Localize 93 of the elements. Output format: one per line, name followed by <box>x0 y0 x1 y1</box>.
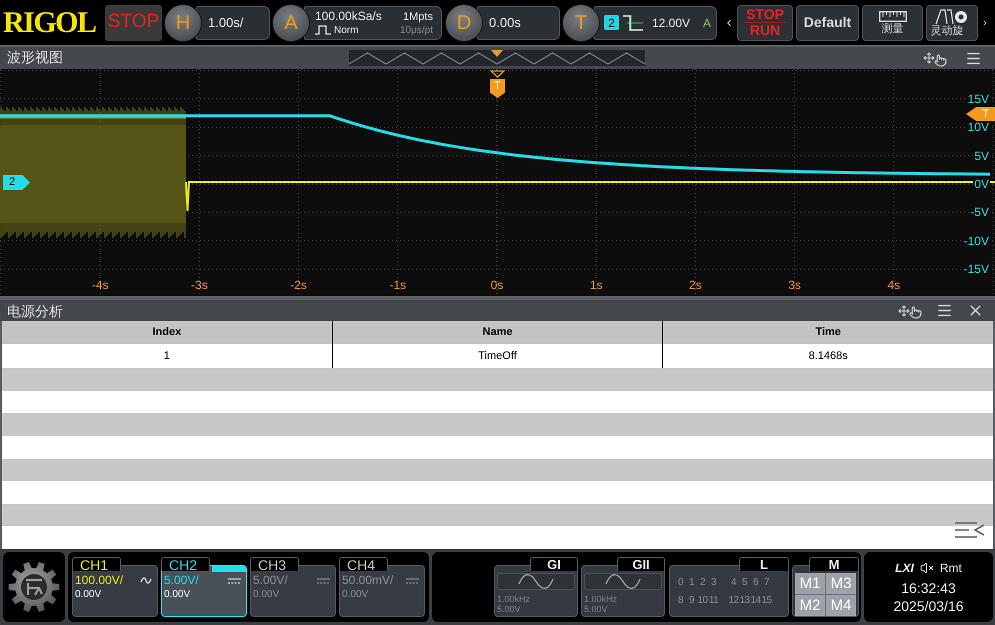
offset-value: 0.00V <box>164 589 192 601</box>
sine-wave-icon <box>497 573 575 590</box>
table-cell: 8.1468s <box>663 344 994 368</box>
logic-channel-label: 10 <box>697 595 708 606</box>
offset-value: 0.00V <box>342 589 370 601</box>
logic-channel-label: 11 <box>708 595 719 606</box>
time-axis-label: -2s <box>290 279 307 291</box>
generator-amplitude: 5.00V <box>497 604 522 614</box>
logic-channel-label: 7 <box>763 577 770 588</box>
lxi-label: LXI <box>895 562 914 574</box>
menu-icon[interactable] <box>936 302 953 319</box>
logic-channel-label: 5 <box>741 577 748 588</box>
time-axis-label: 2s <box>689 279 702 291</box>
voltage-axis-label: -5V <box>969 206 990 218</box>
time-axis-label: 3s <box>788 279 801 291</box>
logic-channel-label: 3 <box>710 577 718 588</box>
generator-tab[interactable]: GI <box>530 557 578 571</box>
channel-tab[interactable]: CH2 <box>161 557 210 571</box>
trigger-source-badge: 2 <box>604 15 619 30</box>
trigger-level: 12.00V <box>652 14 690 32</box>
logic-channel-label: 15 <box>761 595 772 606</box>
waveform-gear-icon <box>935 8 969 25</box>
voltage-axis-label: 0V <box>973 178 990 190</box>
voltage-axis-label: 5V <box>973 150 990 162</box>
sine-wave-icon <box>584 573 662 590</box>
voltage-axis-label: -10V <box>962 234 990 247</box>
gear-icon <box>8 561 60 613</box>
logic-channel-label: 4 <box>730 577 738 588</box>
logic-channel-label: 12 <box>728 595 739 606</box>
default-setup-button[interactable]: Default <box>796 4 859 40</box>
column-header[interactable]: Index <box>2 321 333 344</box>
channel-tab[interactable]: CH1 <box>72 557 121 571</box>
time-axis-label: 4s <box>887 279 900 291</box>
time-resolution: 10μs/pt <box>400 24 433 36</box>
selection-bar <box>212 566 246 572</box>
table-cell: 1 <box>2 344 333 368</box>
panel-tab[interactable]: L <box>739 557 789 571</box>
generator-tab[interactable]: GII <box>617 557 665 571</box>
acquire-mode: Norm <box>334 24 358 36</box>
channel-tab[interactable]: CH3 <box>250 557 299 571</box>
menu-button[interactable] <box>3 552 65 622</box>
time-axis-label: 1s <box>590 279 603 291</box>
scale-value: 5.00V/ <box>164 573 199 588</box>
trigger-sweep-mode: A <box>702 14 711 32</box>
logic-channel-label: 2 <box>699 577 706 588</box>
column-header[interactable]: Time <box>663 321 994 344</box>
measure-button[interactable]: 测量 <box>862 4 923 40</box>
time-axis-label: -1s <box>389 279 406 291</box>
ruler-icon <box>878 10 906 22</box>
logic-channel-label: 13 <box>739 595 750 606</box>
list-collapse-icon[interactable] <box>955 521 985 539</box>
time-axis-label: -4s <box>92 279 109 291</box>
time-axis-label: 0s <box>490 279 504 291</box>
sample-rate: 100.00kSa/s <box>315 8 382 22</box>
logic-channel-label: 14 <box>750 595 761 606</box>
logic-channel-label: 1 <box>688 577 695 588</box>
logic-channel-label: 8 <box>677 595 684 606</box>
channel-tab[interactable]: CH4 <box>339 557 388 571</box>
scale-value: 5.00V/ <box>253 573 288 588</box>
table-cell: TimeOff <box>332 344 664 368</box>
offset-value: 0.00V <box>253 589 280 601</box>
window-title: 电源分析 <box>6 304 63 318</box>
delay-panel[interactable]: 0.00s <box>477 6 560 40</box>
column-header[interactable]: Name <box>332 321 664 344</box>
clock-date: 2025/03/16 <box>893 598 964 614</box>
voltage-axis-label: 15V <box>966 92 990 105</box>
generator-frequency: 1.00kHz <box>584 594 618 604</box>
move-touch-icon[interactable] <box>923 50 947 66</box>
offset-value: 0.00V <box>75 589 102 601</box>
logic-channel-label: 6 <box>752 577 760 588</box>
trigger-caret-icon <box>490 70 505 78</box>
memory-depth: 1Mpts <box>403 10 433 24</box>
pulse-icon <box>315 25 331 35</box>
scale-value: 50.00mV/ <box>342 573 394 588</box>
waveform-overview-drawing[interactable] <box>349 50 645 66</box>
remote-label: Rmt <box>940 562 962 574</box>
logic-channel-label: 9 <box>688 595 695 606</box>
window-title: 波形视图 <box>7 49 63 65</box>
voltage-axis-label: -15V <box>962 263 990 276</box>
speaker-muted-icon[interactable] <box>920 560 934 574</box>
timebase-panel[interactable]: 1.00s/ <box>196 6 270 40</box>
panel-tab[interactable]: M <box>809 557 859 571</box>
clock-time: 16:32:43 <box>901 580 956 596</box>
generator-amplitude: 5.00V <box>584 604 609 614</box>
time-axis-label: -3s <box>191 279 208 291</box>
knob-button[interactable]: 灵动旋 <box>926 4 978 40</box>
falling-edge-icon <box>623 14 643 32</box>
position-marker-icon[interactable] <box>491 50 503 57</box>
logic-channel-label: 0 <box>677 577 684 588</box>
scale-value: 100.00V/ <box>75 573 124 588</box>
voltage-axis-label: 10V <box>966 121 990 134</box>
generator-frequency: 1.00kHz <box>497 594 532 604</box>
brand-logo: RIGOL <box>3 8 97 38</box>
